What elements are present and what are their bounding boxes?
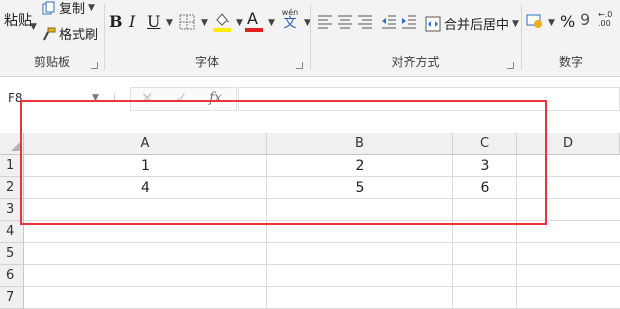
clipboard-group: 粘贴 ▼ 复制 ▼ 格式刷 剪贴板 (0, 0, 104, 76)
copy-label: 复制 (59, 2, 86, 17)
number-group-label: 数字 (558, 55, 583, 69)
format-painter-button[interactable]: 格式刷 (42, 24, 98, 43)
copy-button[interactable]: 复制 ▼ (42, 0, 95, 17)
underline-dropdown-icon[interactable]: ▼ (166, 18, 173, 28)
select-all-icon (11, 142, 20, 151)
align-left-icon[interactable] (317, 14, 333, 30)
phonetic-guide-char: 文 (283, 16, 297, 31)
border-dropdown-icon[interactable]: ▼ (201, 18, 208, 28)
table-row (24, 265, 620, 287)
number-format-dropdown-icon[interactable]: ▼ (548, 18, 555, 28)
format-painter-icon (43, 27, 56, 40)
copy-icon (42, 1, 55, 14)
merge-center-label: 合并后居中 (444, 18, 510, 33)
decrease-indent-icon[interactable] (381, 14, 397, 30)
row-header-6[interactable]: 6 (0, 265, 24, 287)
font-color-button[interactable]: A (247, 9, 258, 28)
increase-indent-icon[interactable] (401, 14, 417, 30)
table-row (24, 287, 620, 309)
merge-center-icon (425, 16, 441, 31)
number-group: ▼ % 9 ←.0 .00 数字 (522, 0, 620, 76)
table-row (24, 243, 620, 265)
alignment-dialog-launcher-icon[interactable] (507, 62, 514, 69)
fill-color-dropdown-icon[interactable]: ▼ (236, 18, 243, 28)
phonetic-guide-button[interactable]: wén 文 (280, 8, 300, 31)
italic-button[interactable]: I (129, 12, 135, 31)
increase-decimal-top: ←.0 (598, 10, 613, 19)
format-painter-label: 格式刷 (59, 28, 99, 43)
font-color-dropdown-icon[interactable]: ▼ (268, 18, 275, 28)
paste-dropdown-icon[interactable]: ▼ (30, 22, 37, 32)
fill-color-icon[interactable] (213, 11, 231, 27)
align-center-icon[interactable] (337, 14, 353, 30)
increase-decimal-button[interactable]: ←.0 .00 (598, 10, 612, 28)
font-dialog-launcher-icon[interactable] (296, 62, 303, 69)
align-right-icon[interactable] (357, 14, 373, 30)
clipboard-dialog-launcher-icon[interactable] (91, 62, 98, 69)
bold-button[interactable]: B (109, 12, 123, 31)
row-header-7[interactable]: 7 (0, 287, 24, 309)
font-color-swatch (245, 28, 263, 32)
comma-style-button[interactable]: 9 (580, 10, 590, 29)
row-header-5[interactable]: 5 (0, 243, 24, 265)
highlight-rectangle (20, 100, 547, 225)
font-group: B I U ▼ ▼ ▼ A ▼ wén 文 ▼ 字体 (105, 0, 311, 76)
alignment-group: 合并后居中 ▼ 对齐方式 (311, 0, 520, 76)
border-icon[interactable] (179, 14, 195, 30)
fill-color-swatch (213, 28, 231, 32)
percent-button[interactable]: % (560, 12, 575, 31)
copy-dropdown-icon[interactable]: ▼ (88, 3, 95, 13)
clipboard-group-label: 剪贴板 (33, 55, 70, 69)
underline-button[interactable]: U (147, 12, 160, 31)
merge-dropdown-icon[interactable]: ▼ (512, 19, 519, 29)
increase-decimal-bottom: .00 (598, 19, 611, 28)
merge-center-button[interactable]: 合并后居中 ▼ (425, 14, 519, 33)
paste-button[interactable]: 粘贴 (4, 10, 32, 30)
font-group-label: 字体 (194, 55, 219, 69)
number-format-icon[interactable] (526, 13, 544, 29)
alignment-group-label: 对齐方式 (391, 55, 440, 69)
ribbon-toolbar: 粘贴 ▼ 复制 ▼ 格式刷 剪贴板 B I U ▼ ▼ ▼ A ▼ wén 文 … (0, 0, 620, 77)
